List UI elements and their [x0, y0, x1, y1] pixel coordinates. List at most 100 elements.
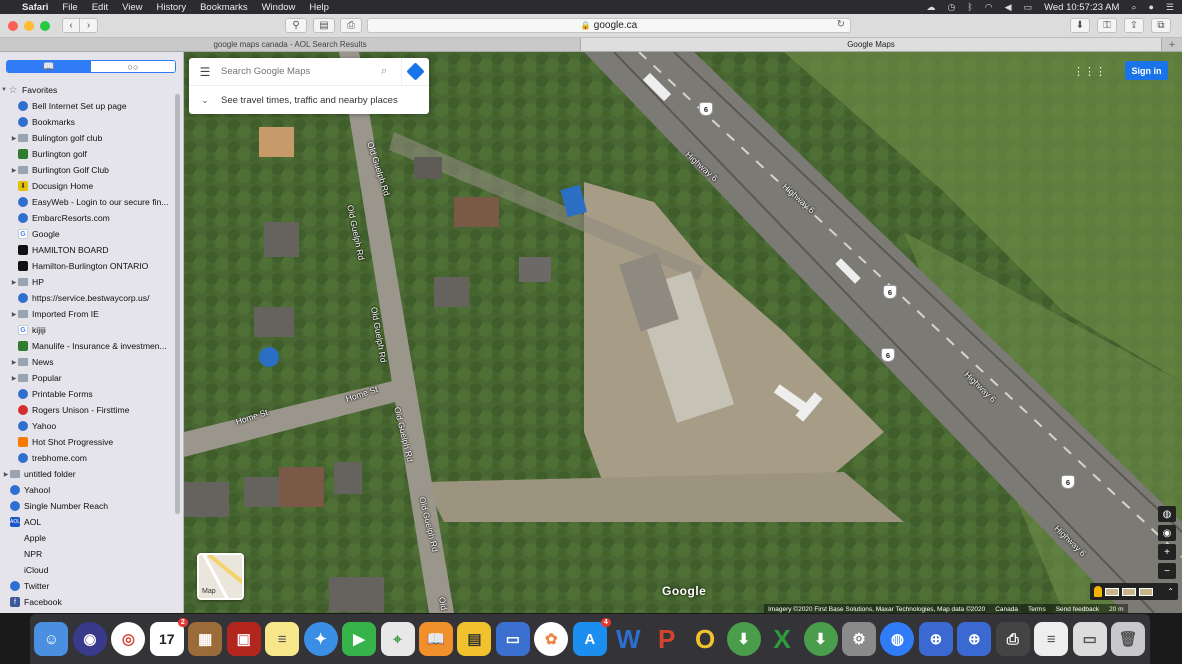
globe-icon[interactable]: ◍ [1158, 506, 1176, 522]
sidebar-scrollbar[interactable] [175, 94, 180, 514]
print-button[interactable]: ⎙ [340, 18, 362, 33]
disclosure-triangle-icon[interactable]: ▶ [10, 167, 18, 174]
bookmark-item[interactable]: Apple [0, 530, 176, 546]
disclosure-triangle-icon[interactable]: ▼ [0, 87, 8, 93]
wifi-icon[interactable]: ◠ [985, 2, 993, 13]
bookmark-folder[interactable]: ▶ HP [0, 274, 176, 290]
tab-aol-search[interactable]: google maps canada - AOL Search Results [0, 38, 581, 51]
disclosure-triangle-icon[interactable]: ▶ [10, 279, 18, 286]
time-machine-icon[interactable]: ◷ [948, 2, 956, 13]
notification-center-icon[interactable]: ☰ [1166, 2, 1174, 13]
tab-overview-button[interactable]: ⧉ [1151, 18, 1171, 33]
extensions-button[interactable]: ⚲ [285, 18, 307, 33]
travel-times-row[interactable]: ⌄ See travel times, traffic and nearby p… [189, 86, 429, 114]
bookmark-folder[interactable]: ▶ Popular [0, 370, 176, 386]
app-store-icon[interactable]: A 4 [572, 618, 611, 656]
bookmark-item[interactable]: Yahoo [0, 418, 176, 434]
forward-button[interactable]: › [80, 18, 98, 33]
share-button[interactable]: ⇪ [1124, 18, 1144, 33]
search-icon[interactable]: ⌕ [381, 65, 401, 78]
excel-icon[interactable]: X [765, 622, 799, 656]
system-preferences-icon[interactable]: ⚙ [841, 622, 876, 656]
printer-icon[interactable]: ⎙ [995, 622, 1030, 656]
powerpoint-icon[interactable]: P [650, 622, 684, 656]
send-feedback-link[interactable]: Send feedback [1056, 606, 1099, 613]
imagery-tile[interactable] [1105, 587, 1119, 596]
finder-icon[interactable]: ☺ [34, 622, 69, 656]
menu-app-name[interactable]: Safari [22, 2, 48, 13]
bookmark-item[interactable]: Manulife - Insurance & investmen... [0, 338, 176, 354]
favorites-folder[interactable]: ▼ ☆ Favorites [0, 82, 176, 98]
menu-clock[interactable]: Wed 10:57:23 AM [1044, 2, 1119, 13]
preview-icon[interactable]: ▤ [457, 622, 492, 656]
menu-view[interactable]: View [122, 2, 142, 13]
bookmark-item[interactable]: G Google [0, 226, 176, 242]
menu-history[interactable]: History [157, 2, 187, 13]
bookmark-item[interactable]: NPR [0, 546, 176, 562]
minimize-window-button[interactable] [24, 20, 34, 31]
image-capture-icon[interactable]: ⊕ [918, 622, 953, 656]
bookmark-folder[interactable]: ▶ Bulington golf club [0, 130, 176, 146]
bookmark-item[interactable]: Gkijiji [0, 322, 176, 338]
menu-edit[interactable]: Edit [92, 2, 108, 13]
bookmark-item[interactable]: Rogers Unison - Firsttime [0, 402, 176, 418]
scale-bar[interactable]: 20 m [1109, 606, 1123, 613]
books-icon[interactable]: 📖 [418, 622, 453, 656]
photo-booth-icon[interactable]: ▣ [226, 622, 261, 656]
imagery-tile[interactable] [1122, 587, 1136, 596]
chrome-icon[interactable]: ◎ [111, 622, 146, 656]
siri-icon[interactable]: ● [1148, 2, 1153, 12]
maps-search-input[interactable] [221, 66, 381, 77]
downloads-stack-icon[interactable]: ▭ [1072, 622, 1107, 656]
notes-icon[interactable]: ≡ [265, 622, 300, 656]
bookmark-folder[interactable]: ▶ untitled folder [0, 466, 176, 482]
reading-list-tab-icon[interactable]: ○○ [91, 61, 175, 72]
bookmark-item[interactable]: https://service.bestwaycorp.us/ [0, 290, 176, 306]
address-bar[interactable]: 🔒 google.ca ↻ [367, 18, 851, 33]
map-view[interactable]: Old Guelph Rd Old Guelph Rd Old Guelph R… [184, 52, 1182, 613]
my-location-icon[interactable]: ◉ [1158, 525, 1176, 541]
zoom-in-button[interactable]: + [1158, 544, 1176, 560]
facetime-icon[interactable]: ▶ [342, 622, 377, 656]
bookmark-item[interactable]: Hamilton-Burlington ONTARIO [0, 258, 176, 274]
document-icon[interactable]: ≡ [1034, 622, 1069, 656]
region-link[interactable]: Canada [995, 606, 1018, 613]
bookmark-item[interactable]: Twitter [0, 578, 176, 594]
menu-help[interactable]: Help [309, 2, 329, 13]
bookmark-item[interactable]: EmbarcResorts.com [0, 210, 176, 226]
bookmark-item[interactable]: EasyWeb - Login to our secure fin... [0, 194, 176, 210]
downloader-icon[interactable]: ⬇ [726, 622, 761, 656]
bookmark-item[interactable]: HAMILTON BOARD [0, 242, 176, 258]
menu-file[interactable]: File [62, 2, 77, 13]
bookmark-folder[interactable]: ▶ Imported From IE [0, 306, 176, 322]
bookmark-item[interactable]: trebhome.com [0, 450, 176, 466]
password-button[interactable]: ⚿ [1097, 18, 1117, 33]
network-icon[interactable]: ◍ [880, 622, 915, 656]
trash-icon[interactable]: 🗑 [1111, 622, 1146, 656]
bookmark-item[interactable]: Single Number Reach [0, 498, 176, 514]
bluetooth-icon[interactable]: ᛒ [967, 2, 972, 12]
contacts-icon[interactable]: ▦ [188, 622, 223, 656]
safari-icon[interactable]: ✦ [303, 622, 338, 656]
back-button[interactable]: ‹ [62, 18, 80, 33]
calendar-icon[interactable]: 17 2 [149, 618, 188, 656]
sign-in-button[interactable]: Sign in [1125, 61, 1168, 80]
tab-google-maps[interactable]: Google Maps [581, 38, 1162, 51]
volume-icon[interactable]: ◀ [1005, 2, 1012, 13]
siri-icon[interactable]: ◉ [72, 622, 107, 656]
map-layer-toggle[interactable]: Map [197, 553, 244, 600]
maps-icon[interactable]: ⌖ [380, 622, 415, 656]
bookmark-item[interactable]: Burlington golf [0, 146, 176, 162]
search-icon[interactable]: ⌕ [1131, 2, 1136, 13]
apps-grid-icon[interactable]: ⋮⋮⋮ [1073, 65, 1106, 78]
cloud-icon[interactable]: ☁ [927, 2, 936, 13]
photos-icon[interactable]: ✿ [534, 622, 569, 656]
zoom-out-button[interactable]: − [1158, 563, 1176, 579]
disclosure-triangle-icon[interactable]: ▶ [10, 359, 18, 366]
bookmark-item[interactable]: f Facebook [0, 594, 176, 610]
reader-button[interactable]: ▤ [313, 18, 335, 33]
globe-download-icon[interactable]: ⬇ [803, 622, 838, 656]
directions-button[interactable] [401, 57, 429, 86]
terms-link[interactable]: Terms [1028, 606, 1046, 613]
disclosure-triangle-icon[interactable]: ▶ [2, 471, 10, 478]
